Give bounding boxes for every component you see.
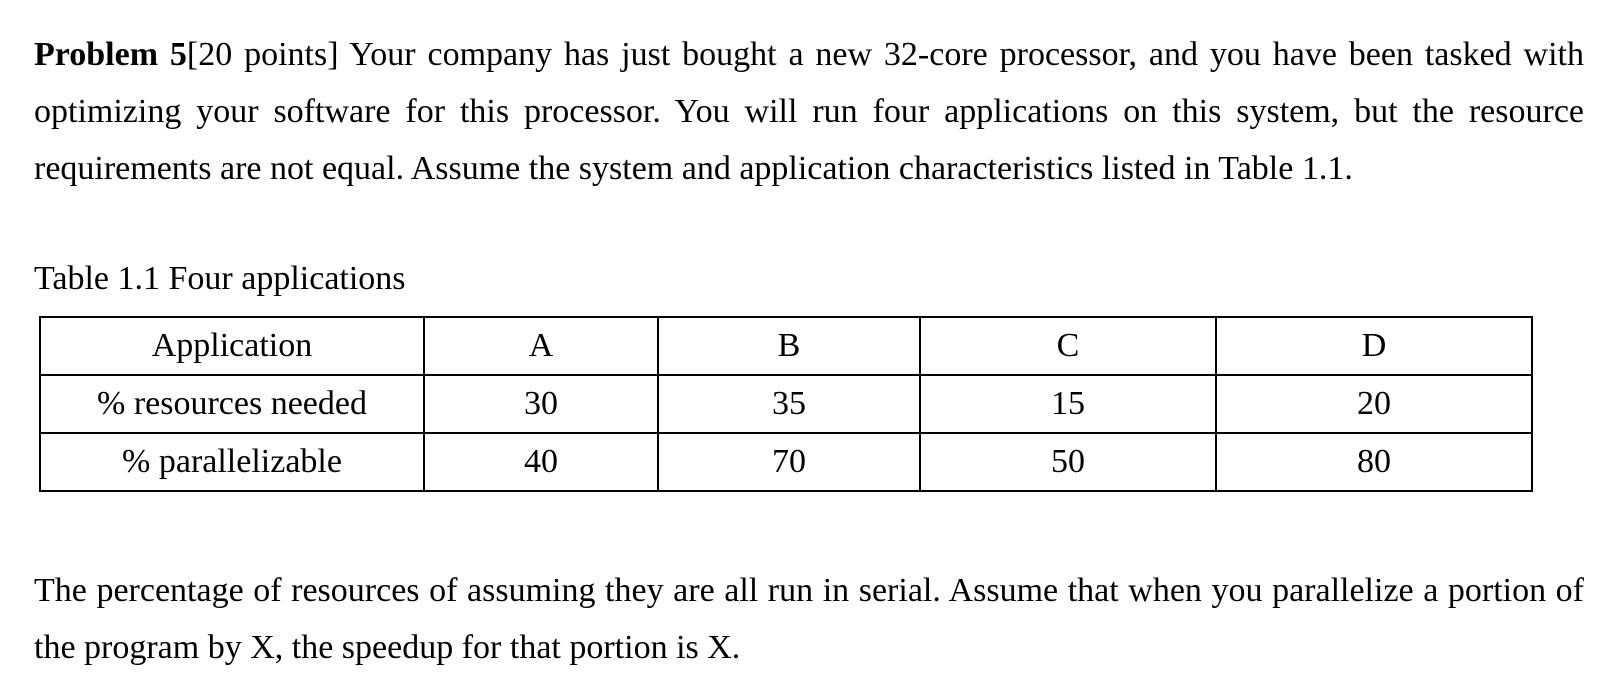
header-cell-d: D: [1215, 316, 1533, 376]
header-cell-c: C: [919, 316, 1217, 376]
table-cell: 40: [423, 432, 659, 492]
problem-points: [20 points]: [186, 36, 339, 73]
table-cell: 50: [919, 432, 1217, 492]
table-cell: 30: [423, 374, 659, 434]
table-cell: 15: [919, 374, 1217, 434]
header-cell-a: A: [423, 316, 659, 376]
table-cell: 70: [657, 432, 921, 492]
table-cell: 20: [1215, 374, 1533, 434]
problem-statement: Problem 5[20 points] Your company has ju…: [34, 26, 1584, 197]
row-label-resources: % resources needed: [39, 374, 425, 434]
header-cell-application: Application: [39, 316, 425, 376]
table-cell: 80: [1215, 432, 1533, 492]
table-row-resources: % resources needed 30 35 15 20: [39, 374, 1533, 434]
header-cell-b: B: [657, 316, 921, 376]
applications-table: Application A B C D % resources needed 3…: [39, 316, 1533, 492]
table-header-row: Application A B C D: [39, 316, 1533, 376]
table-row-parallelizable: % parallelizable 40 70 50 80: [39, 432, 1533, 492]
table-caption: Table 1.1 Four applications: [34, 260, 406, 297]
closing-paragraph: The percentage of resources of assuming …: [34, 572, 1584, 666]
table-cell: 35: [657, 374, 921, 434]
problem-title: Problem 5: [34, 36, 187, 73]
row-label-parallelizable: % parallelizable: [39, 432, 425, 492]
